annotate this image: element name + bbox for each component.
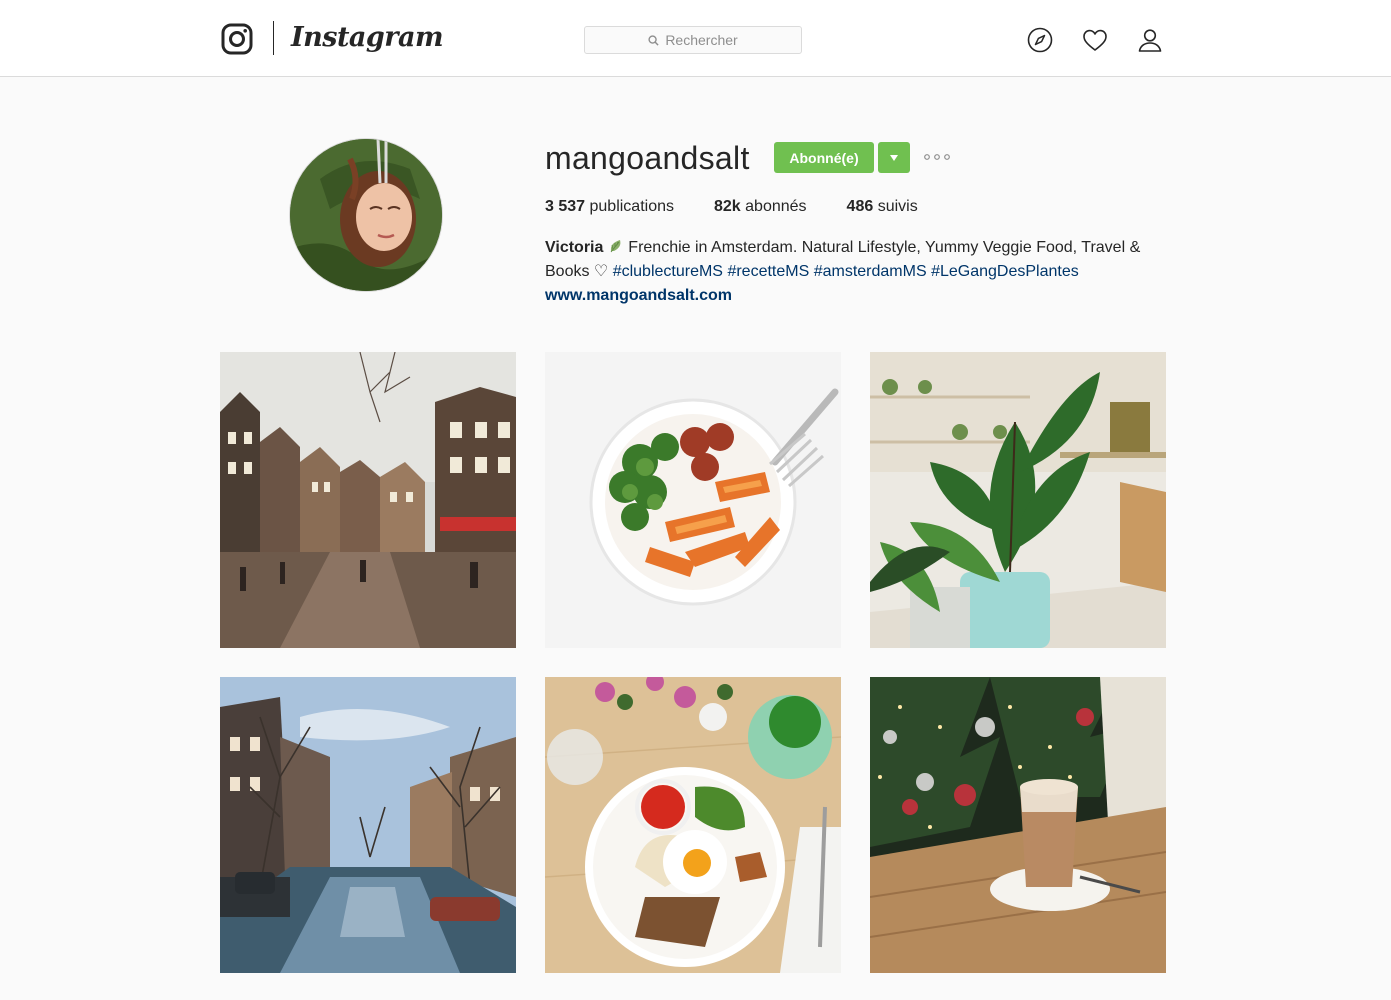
search-input[interactable]: Rechercher (584, 26, 802, 54)
post-image-amsterdam-canal (220, 677, 516, 973)
profile-stats: 3 537 publications 82k abonnés 486 suivi… (545, 197, 958, 217)
more-options-button[interactable] (922, 150, 952, 164)
following-count: 486 (846, 198, 874, 215)
post-image-brunch-plate (545, 677, 841, 973)
profile-person-icon[interactable] (1136, 26, 1164, 54)
followers-stat[interactable]: 82k abonnés (714, 197, 807, 217)
followers-label: abonnés (740, 198, 807, 215)
bio-hashtag[interactable]: #clublectureMS (613, 263, 723, 280)
post-thumbnail[interactable] (545, 677, 841, 973)
following-label: suivis (873, 198, 918, 215)
herb-leaf-icon (610, 240, 621, 253)
profile-username: mangoandsalt (545, 140, 750, 176)
suggestions-dropdown-button[interactable] (878, 142, 910, 173)
following-button[interactable]: Abonné(e) (774, 142, 874, 173)
activity-heart-icon[interactable] (1081, 26, 1109, 54)
bio-website-link[interactable]: www.mangoandsalt.com (545, 284, 1165, 308)
bio-hashtag[interactable]: #amsterdamMS (814, 263, 927, 280)
posts-count: 3 537 (545, 198, 586, 215)
caret-down-icon (890, 154, 898, 161)
top-navigation-bar: Instagram Rechercher (0, 0, 1391, 77)
bio-hashtag[interactable]: #LeGangDesPlantes (931, 263, 1079, 280)
post-thumbnail[interactable] (870, 677, 1166, 973)
bio-full-name: Victoria (545, 239, 604, 256)
post-image-veggie-bowl (545, 352, 841, 648)
search-placeholder: Rechercher (665, 32, 738, 48)
instagram-glyph-icon[interactable] (221, 23, 253, 55)
search-icon (648, 35, 659, 46)
profile-bio: Victoria Frenchie in Amsterdam. Natural … (545, 236, 1165, 308)
nav-actions (1026, 26, 1191, 54)
post-image-plant-shop (870, 352, 1166, 648)
posts-label: publications (585, 198, 674, 215)
post-thumbnail[interactable] (545, 352, 841, 648)
profile-avatar[interactable] (289, 138, 443, 292)
post-image-latte-christmas-tree (870, 677, 1166, 973)
posts-grid (220, 352, 1166, 973)
following-stat[interactable]: 486 suivis (847, 197, 918, 217)
explore-compass-icon[interactable] (1026, 26, 1054, 54)
post-thumbnail[interactable] (220, 677, 516, 973)
avatar-photo (290, 139, 442, 291)
logo-divider (273, 21, 274, 55)
ellipsis-icon (924, 154, 950, 160)
post-thumbnail[interactable] (870, 352, 1166, 648)
posts-count-stat: 3 537 publications (545, 197, 674, 217)
bio-hashtag[interactable]: #recetteMS (727, 263, 809, 280)
post-image-amsterdam-street (220, 352, 516, 648)
followers-count: 82k (714, 198, 741, 215)
instagram-wordmark-logo[interactable]: Instagram (291, 20, 444, 56)
post-thumbnail[interactable] (220, 352, 516, 648)
